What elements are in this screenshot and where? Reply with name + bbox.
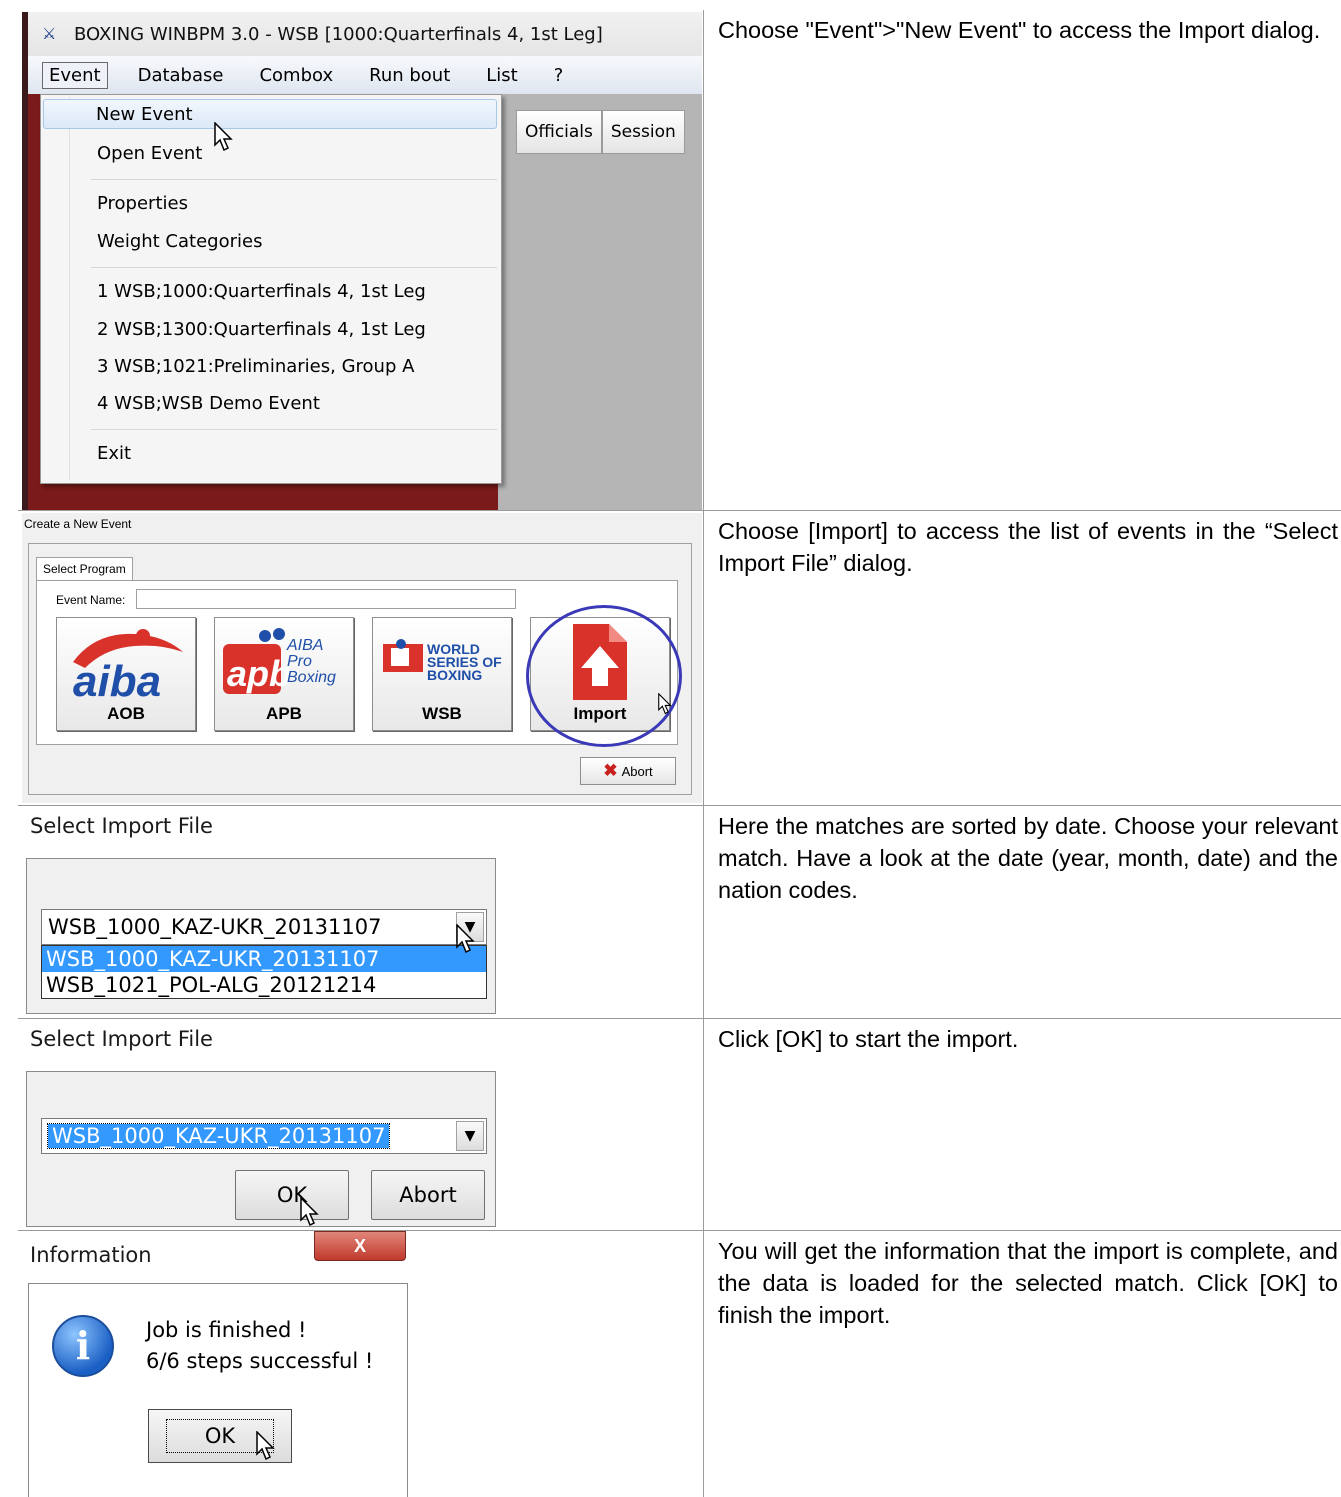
highlight-circle <box>526 605 682 747</box>
red-x-icon: ✖ <box>603 761 618 780</box>
menu-item-exit[interactable]: Exit <box>97 439 131 469</box>
menu-item-recent-4[interactable]: 4 WSB;WSB Demo Event <box>97 389 320 419</box>
import-file-combo[interactable]: WSB_1000_KAZ-UKR_20131107 ▼ <box>41 1118 487 1154</box>
dialog-title: Create a New Event <box>24 517 132 531</box>
apb-logo-icon: apb AIBA Pro Boxing <box>223 628 336 694</box>
svg-text:Pro: Pro <box>287 653 312 670</box>
tab-select-program[interactable]: Select Program <box>36 557 133 581</box>
information-icon: i <box>52 1315 114 1377</box>
toolbar: Officials Session <box>516 110 685 154</box>
instruction-text: Click [OK] to start the import. <box>718 1026 1019 1052</box>
menu-separator <box>91 267 497 268</box>
select-import-file-dialog: Select Import File WSB_1000_KAZ-UKR_2013… <box>22 806 502 1016</box>
info-line-1: Job is finished ! <box>146 1318 307 1342</box>
info-message: Job is finished ! 6/6 steps successful ! <box>146 1315 373 1377</box>
instruction-table: ⚔ BOXING WINBPM 3.0 - WSB [1000:Quarterf… <box>18 10 1341 1497</box>
screenshot-cell: Select Import File WSB_1000_KAZ-UKR_2013… <box>18 1019 704 1230</box>
dialog-frame: WSB_1000_KAZ-UKR_20131107 ▼ OK Abort <box>26 1071 496 1227</box>
event-menu-dropdown: New Event Open Event Properties Weight C… <box>40 94 502 484</box>
app-workspace <box>498 94 702 510</box>
info-line-2: 6/6 steps successful ! <box>146 1349 374 1373</box>
list-item[interactable]: WSB_1000_KAZ-UKR_20131107 <box>42 946 486 972</box>
dialog-title: Information <box>30 1243 152 1267</box>
aiba-logo-icon: aiba <box>73 629 183 700</box>
screenshot-cell: Create a New Event Select Program Event … <box>18 511 704 805</box>
menu-item-properties[interactable]: Properties <box>97 189 188 219</box>
svg-text:aiba: aiba <box>73 657 161 700</box>
dialog-frame: WSB_1000_KAZ-UKR_20131107 ▼ WSB_1000_KAZ… <box>26 858 496 1014</box>
information-dialog: Information X i Job is finished ! 6/6 st… <box>22 1231 408 1497</box>
instruction-text: Choose [Import] to access the list of ev… <box>718 518 1338 576</box>
table-row: ⚔ BOXING WINBPM 3.0 - WSB [1000:Quarterf… <box>18 10 1341 510</box>
menu-help[interactable]: ? <box>548 63 570 88</box>
menu-item-recent-2[interactable]: 2 WSB;1300:Quarterfinals 4, 1st Leg <box>97 315 426 345</box>
menu-gutter <box>69 97 70 481</box>
session-button[interactable]: Session <box>601 110 685 154</box>
import-file-combo[interactable]: WSB_1000_KAZ-UKR_20131107 ▼ <box>41 909 487 945</box>
wsb-button[interactable]: WORLD SERIES OF BOXING WSB <box>372 617 512 731</box>
menu-bar: Event Database Combox Run bout List ? <box>28 56 702 94</box>
menu-separator <box>91 429 497 430</box>
aob-button[interactable]: aiba AOB <box>56 617 196 731</box>
menu-item-recent-1[interactable]: 1 WSB;1000:Quarterfinals 4, 1st Leg <box>97 277 426 307</box>
event-name-label: Event Name: <box>56 593 126 607</box>
window-title: BOXING WINBPM 3.0 - WSB [1000:Quarterfin… <box>74 23 603 45</box>
officials-button[interactable]: Officials <box>516 110 602 154</box>
svg-text:AIBA: AIBA <box>286 637 323 654</box>
combo-value: WSB_1000_KAZ-UKR_20131107 <box>46 1123 391 1149</box>
abort-button[interactable]: Abort <box>371 1170 485 1220</box>
table-row: Select Import File WSB_1000_KAZ-UKR_2013… <box>18 1018 1341 1230</box>
aob-label: AOB <box>107 704 145 723</box>
instruction-text: You will get the information that the im… <box>718 1238 1338 1328</box>
instruction-text: Choose "Event">"New Event" to access the… <box>718 17 1321 43</box>
select-import-file-dialog: Select Import File WSB_1000_KAZ-UKR_2013… <box>22 1019 502 1229</box>
table-row: Select Import File WSB_1000_KAZ-UKR_2013… <box>18 805 1341 1018</box>
dialog-title: Select Import File <box>30 1027 213 1051</box>
menu-run-bout[interactable]: Run bout <box>363 63 456 88</box>
menu-database[interactable]: Database <box>132 63 230 88</box>
menu-separator <box>91 179 497 180</box>
screenshot-cell: Information X i Job is finished ! 6/6 st… <box>18 1231 704 1497</box>
boxing-logo-icon: ⚔ <box>42 24 57 43</box>
svg-text:apb: apb <box>227 653 291 694</box>
menu-list[interactable]: List <box>480 63 523 88</box>
screenshot-cell: ⚔ BOXING WINBPM 3.0 - WSB [1000:Quarterf… <box>18 10 704 510</box>
event-name-input[interactable] <box>136 589 516 609</box>
menu-item-open-event[interactable]: Open Event <box>97 139 202 169</box>
mouse-cursor-icon <box>214 122 233 152</box>
dialog-title: Select Import File <box>30 814 213 838</box>
menu-item-new-event[interactable]: New Event <box>43 99 497 129</box>
wsb-logo-icon: WORLD SERIES OF BOXING <box>383 639 502 683</box>
mouse-cursor-icon <box>456 924 475 954</box>
abort-button[interactable]: ✖ Abort <box>580 757 676 785</box>
create-event-dialog: Create a New Event Select Program Event … <box>22 513 702 803</box>
window-title-bar: ⚔ BOXING WINBPM 3.0 - WSB [1000:Quarterf… <box>28 12 702 56</box>
apb-button[interactable]: apb AIBA Pro Boxing APB <box>214 617 354 731</box>
table-row: Information X i Job is finished ! 6/6 st… <box>18 1230 1341 1497</box>
ok-button[interactable]: OK <box>235 1170 349 1220</box>
menu-item-recent-3[interactable]: 3 WSB;1021:Preliminaries, Group A <box>97 352 414 382</box>
wsb-label: WSB <box>422 704 462 723</box>
close-button[interactable]: X <box>314 1231 406 1261</box>
mouse-cursor-icon <box>300 1197 319 1227</box>
menu-item-weight-categories[interactable]: Weight Categories <box>97 227 262 257</box>
import-file-list: WSB_1000_KAZ-UKR_20131107 WSB_1021_POL-A… <box>41 945 487 999</box>
list-item[interactable]: WSB_1021_POL-ALG_20121214 <box>42 972 486 998</box>
combo-value: WSB_1000_KAZ-UKR_20131107 <box>48 915 382 939</box>
mouse-cursor-icon <box>658 693 672 715</box>
table-row: Create a New Event Select Program Event … <box>18 510 1341 805</box>
svg-text:Boxing: Boxing <box>287 669 336 686</box>
apb-label: APB <box>266 704 302 723</box>
chevron-down-icon[interactable]: ▼ <box>456 1121 484 1151</box>
screenshot-cell: Select Import File WSB_1000_KAZ-UKR_2013… <box>18 806 704 1018</box>
svg-text:BOXING: BOXING <box>427 667 482 683</box>
menu-event[interactable]: Event <box>42 61 108 89</box>
instruction-text: Here the matches are sorted by date. Cho… <box>718 813 1338 903</box>
abort-label: Abort <box>621 764 653 779</box>
mouse-cursor-icon <box>256 1431 275 1461</box>
app-window: ⚔ BOXING WINBPM 3.0 - WSB [1000:Quarterf… <box>22 12 702 510</box>
menu-combox[interactable]: Combox <box>253 63 339 88</box>
